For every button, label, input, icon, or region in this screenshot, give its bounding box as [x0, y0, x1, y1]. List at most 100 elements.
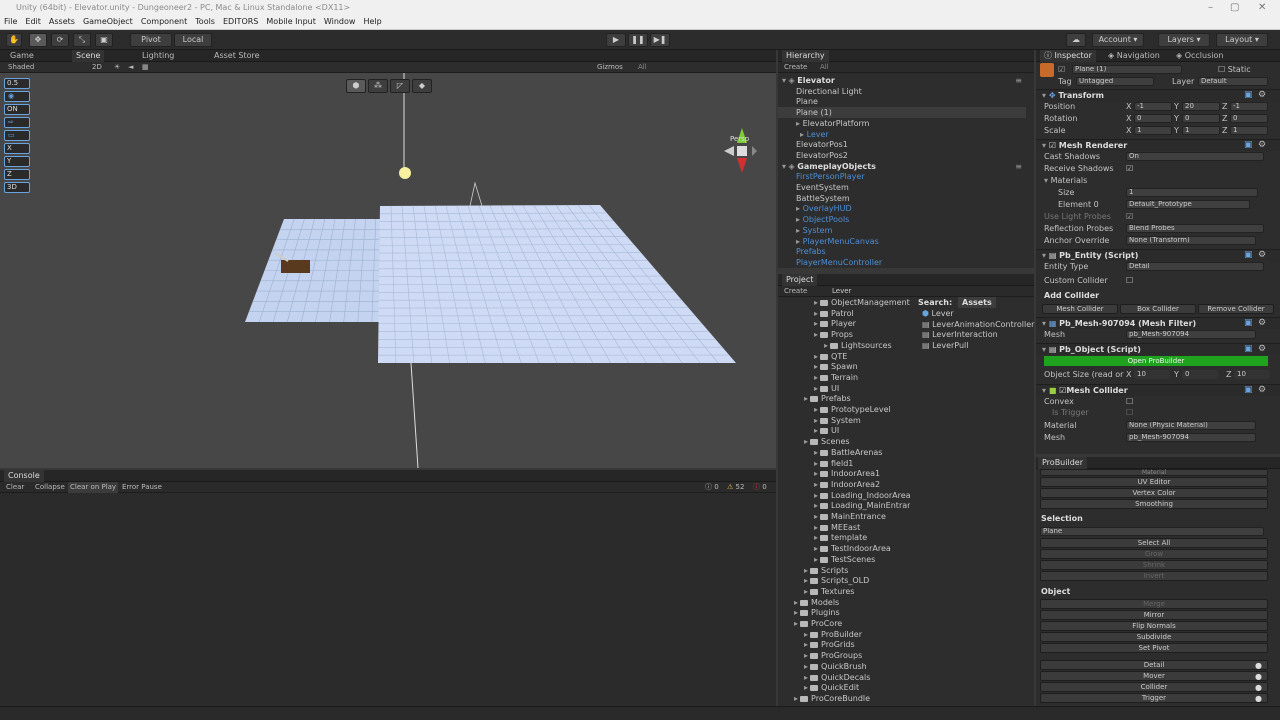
transform-rotation-y-field[interactable]: 0 [1182, 114, 1220, 123]
project-folder[interactable]: ▸ TestScenes [778, 554, 910, 565]
expand-arrow-icon[interactable]: ▸ [814, 448, 818, 457]
expand-arrow-icon[interactable]: ▸ [804, 651, 808, 660]
expand-arrow-icon[interactable]: ▸ [814, 555, 818, 564]
project-folder[interactable]: ▸ ProCoreBundle [778, 693, 910, 704]
expand-arrow-icon[interactable]: ▸ [804, 576, 808, 585]
pb-entity-header[interactable]: ▾ ▤ Pb_Entity (Script) [1036, 249, 1280, 261]
hierarchy-item[interactable]: ▾ ◈ Elevator ≡ [778, 75, 1026, 86]
face-mode-icon[interactable]: ◆ [412, 79, 432, 93]
collider-material-field[interactable]: None (Physic Material) [1126, 421, 1256, 430]
invert-button[interactable]: Invert [1040, 571, 1268, 581]
hierarchy-item[interactable]: ElevatorPos2 [778, 150, 1026, 161]
expand-arrow-icon[interactable]: ▸ [814, 512, 818, 521]
expand-arrow-icon[interactable]: ▸ [804, 587, 808, 596]
search-result-item[interactable]: ▤ LeverPull [922, 340, 969, 351]
audio-icon[interactable]: ◄ [128, 62, 133, 73]
project-folder[interactable]: ▸ ProGroups [778, 650, 910, 661]
close-icon[interactable]: ✕ [1258, 0, 1266, 16]
expand-arrow-icon[interactable]: ▸ [814, 384, 818, 393]
project-folder[interactable]: ▸ template [778, 532, 910, 543]
trigger-button[interactable]: Trigger [1040, 693, 1268, 703]
menu-item-component[interactable]: Component [137, 16, 191, 28]
rect-tool-icon[interactable]: ▣ [95, 33, 113, 47]
expand-arrow-icon[interactable]: ▸ [814, 416, 818, 425]
project-folder[interactable]: ▸ Scenes [778, 436, 910, 447]
expand-arrow-icon[interactable]: ▸ [824, 341, 828, 350]
hierarchy-item[interactable]: EventSystem [778, 182, 1026, 193]
selection-dropdown[interactable]: Plane [1040, 527, 1264, 536]
transform-position-y-field[interactable]: 20 [1182, 102, 1220, 111]
expand-arrow-icon[interactable]: ▸ [794, 694, 798, 703]
pb-object-header[interactable]: ▾ ▤ Pb_Object (Script) [1036, 343, 1280, 355]
project-folder[interactable]: ▸ Patrol [778, 308, 910, 319]
eye-icon[interactable]: ● [1255, 671, 1267, 682]
collider-button[interactable]: Collider [1040, 682, 1268, 692]
project-folder[interactable]: ▸ Prefabs [778, 393, 910, 404]
tab-scene[interactable]: Scene [72, 50, 105, 62]
expand-arrow-icon[interactable]: ▸ [804, 673, 808, 682]
scale-tool-icon[interactable]: ⤡ [73, 33, 91, 47]
tab-hierarchy[interactable]: Hierarchy [782, 50, 829, 62]
material-button[interactable]: Material [1040, 469, 1268, 476]
layout-dropdown[interactable]: Layout ▾ [1216, 33, 1268, 47]
context-menu-icon[interactable]: ≡ [1015, 161, 1022, 172]
scene-viewport[interactable] [0, 73, 776, 468]
grow-button[interactable]: Grow [1040, 549, 1268, 559]
expand-arrow-icon[interactable]: ▸ [814, 469, 818, 478]
collider-mesh-field[interactable]: pb_Mesh-907094 [1126, 433, 1256, 442]
menu-item-file[interactable]: File [0, 16, 21, 28]
remove-collider-button[interactable]: Remove Collider [1198, 304, 1274, 314]
menu-item-assets[interactable]: Assets [45, 16, 79, 28]
expand-arrow-icon[interactable]: ▸ [804, 566, 808, 575]
project-folder[interactable]: ▸ System [778, 415, 910, 426]
smoothing-button[interactable]: Smoothing [1040, 499, 1268, 509]
minimize-icon[interactable]: – [1208, 0, 1213, 16]
project-folder[interactable]: ▸ field1 [778, 458, 910, 469]
expand-arrow-icon[interactable]: ▸ [814, 480, 818, 489]
project-folder[interactable]: ▸ UI [778, 383, 910, 394]
hierarchy-item[interactable]: ▸ ElevatorPlatform [778, 118, 1026, 129]
project-folder[interactable]: ▸ IndoorArea1 [778, 468, 910, 479]
project-folder[interactable]: ▸ Props [778, 329, 910, 340]
select-all-button[interactable]: Select All [1040, 538, 1268, 548]
project-folder[interactable]: ▸ QuickEdit [778, 682, 910, 693]
project-folder[interactable]: ▸ Models [778, 597, 910, 608]
project-folder[interactable]: ▸ Loading_MainEntran [778, 500, 910, 511]
transform-rotation-z-field[interactable]: 0 [1230, 114, 1268, 123]
tab-lighting[interactable]: Lighting [138, 50, 178, 62]
transform-scale-y-field[interactable]: 1 [1182, 126, 1220, 135]
uv-editor-button[interactable]: UV Editor [1040, 477, 1268, 487]
hierarchy-item[interactable]: Plane (1) [778, 107, 1026, 119]
expand-arrow-icon[interactable]: ▸ [804, 662, 808, 671]
hierarchy-item[interactable]: Plane [778, 96, 1026, 107]
expand-arrow-icon[interactable]: ▸ [804, 683, 808, 692]
is-trigger-checkbox[interactable]: ☐ [1126, 407, 1133, 418]
console-collapse-button[interactable]: Collapse [35, 482, 65, 493]
mesh-filter-mesh-field[interactable]: pb_Mesh-907094 [1126, 330, 1256, 339]
menu-item-edit[interactable]: Edit [21, 16, 45, 28]
menu-item-help[interactable]: Help [359, 16, 385, 28]
object-name-field[interactable]: Plane (1) [1072, 65, 1182, 74]
expand-arrow-icon[interactable]: ▸ [814, 533, 818, 542]
expand-arrow-icon[interactable]: ▸ [814, 373, 818, 382]
menu-item-editors[interactable]: EDITORS [219, 16, 262, 28]
project-folder[interactable]: ▸ Loading_IndoorArea [778, 490, 910, 501]
step-button[interactable]: ▶❚ [650, 33, 670, 47]
project-folder[interactable]: ▸ Scripts_OLD [778, 575, 910, 586]
local-toggle[interactable]: Local [174, 33, 212, 47]
expand-arrow-icon[interactable]: ▸ [814, 523, 818, 532]
project-folder[interactable]: ▸ Plugins [778, 607, 910, 618]
expand-arrow-icon[interactable]: ▸ [814, 330, 818, 339]
expand-arrow-icon[interactable]: ▸ [794, 608, 798, 617]
play-button[interactable]: ▶ [606, 33, 626, 47]
receive-shadows-checkbox[interactable]: ☑ [1126, 163, 1133, 174]
tab-asset-store[interactable]: Asset Store [210, 50, 264, 62]
shading-dropdown[interactable]: Shaded [8, 62, 34, 73]
project-folder[interactable]: ▸ BattleArenas [778, 447, 910, 458]
mesh-collider-header[interactable]: ▾ ■ ☑Mesh Collider [1036, 384, 1280, 396]
expand-arrow-icon[interactable]: ▸ [814, 459, 818, 468]
expand-arrow-icon[interactable]: ▸ [814, 491, 818, 500]
pause-button[interactable]: ❚❚ [628, 33, 648, 47]
tab-game[interactable]: Game [6, 50, 38, 62]
flip-normals-button[interactable]: Flip Normals [1040, 621, 1268, 631]
